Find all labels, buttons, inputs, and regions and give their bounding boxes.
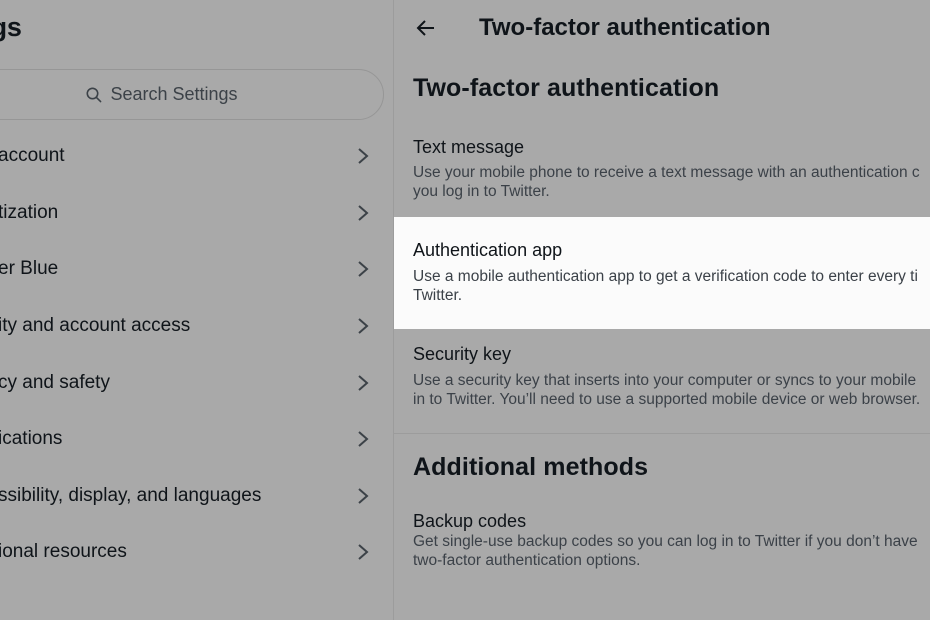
sidebar-item-label: ional resources (0, 541, 127, 562)
additional-methods-title: Additional methods (413, 453, 649, 481)
sidebar-item-security[interactable]: ity and account access (0, 298, 394, 354)
sidebar-item-label: ications (0, 428, 63, 449)
option-description: Use your mobile phone to receive a text … (413, 164, 920, 181)
page-title: Two-factor authentication (479, 14, 771, 41)
option-description: Use a mobile authentication app to get a… (413, 268, 918, 285)
search-settings-input[interactable]: Search Settings (0, 69, 384, 120)
chevron-right-icon (358, 261, 369, 277)
settings-sidebar: ings Search Settings account tization er… (0, 0, 394, 620)
chevron-right-icon (358, 148, 369, 164)
option-title: Backup codes (413, 511, 527, 531)
option-description: in to Twitter. You’ll need to use a supp… (413, 391, 921, 408)
option-description: two-factor authentication options. (413, 552, 641, 569)
sidebar-item-label: ssibility, display, and languages (0, 485, 262, 506)
section-title: Two-factor authentication (413, 74, 720, 102)
sidebar-item-your-account[interactable]: account (0, 128, 394, 184)
two-factor-panel: Two-factor authentication Two-factor aut… (394, 0, 930, 620)
back-arrow-icon[interactable] (416, 17, 436, 39)
chevron-right-icon (358, 431, 369, 447)
sidebar-item-notifications[interactable]: ications (0, 411, 394, 467)
search-placeholder: Search Settings (110, 84, 238, 104)
option-title: Security key (413, 344, 512, 364)
option-description: Twitter. (413, 287, 463, 304)
section-divider (394, 433, 930, 434)
chevron-right-icon (358, 488, 369, 504)
sidebar-item-additional-resources[interactable]: ional resources (0, 524, 394, 580)
option-description: Use a security key that inserts into you… (413, 372, 917, 389)
option-description: you log in to Twitter. (413, 183, 550, 200)
sidebar-item-twitter-blue[interactable]: er Blue (0, 241, 394, 297)
sidebar-item-label: account (0, 145, 65, 166)
sidebar-item-label: er Blue (0, 258, 59, 279)
chevron-right-icon (358, 318, 369, 334)
chevron-right-icon (358, 205, 369, 221)
sidebar-item-label: ity and account access (0, 315, 191, 336)
sidebar-item-label: tization (0, 202, 59, 223)
sidebar-title: ings (0, 12, 22, 42)
chevron-right-icon (358, 544, 369, 560)
option-title: Text message (413, 137, 525, 157)
sidebar-item-monetization[interactable]: tization (0, 185, 394, 241)
sidebar-item-label: cy and safety (0, 372, 110, 393)
search-icon (86, 87, 102, 102)
chevron-right-icon (358, 375, 369, 391)
sidebar-item-accessibility[interactable]: ssibility, display, and languages (0, 468, 394, 524)
option-description: Get single-use backup codes so you can l… (413, 533, 918, 550)
option-title: Authentication app (413, 240, 563, 260)
sidebar-item-privacy[interactable]: cy and safety (0, 355, 394, 411)
